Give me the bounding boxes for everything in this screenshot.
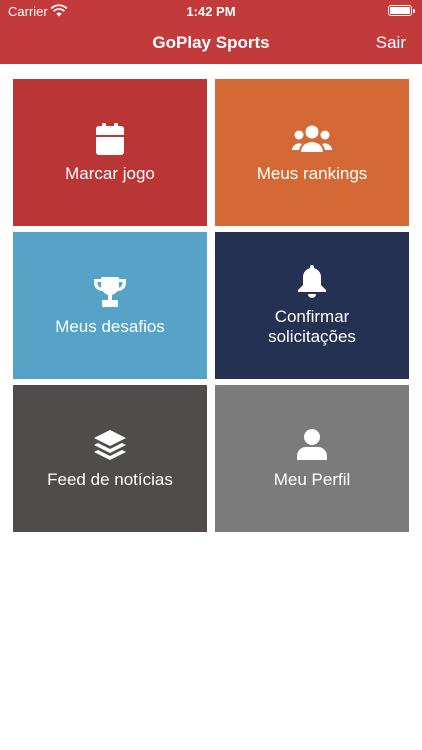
tile-meus-rankings[interactable]: Meus rankings: [215, 79, 409, 226]
tile-label-line1: Confirmar: [274, 306, 350, 326]
users-group-icon: [292, 122, 332, 156]
tile-label: Meus rankings: [256, 163, 368, 183]
tile-meu-perfil[interactable]: Meu Perfil: [215, 385, 409, 532]
tile-label: Marcar jogo: [65, 163, 155, 183]
tile-label: Confirmar solicitações: [268, 307, 356, 347]
tile-feed-de-noticias[interactable]: Feed de notícias: [13, 385, 207, 532]
bell-icon: [292, 264, 332, 299]
tile-meus-desafios[interactable]: Meus desafios: [13, 232, 207, 379]
status-bar: Carrier 1:42 PM: [0, 0, 422, 22]
user-icon: [292, 428, 332, 462]
tile-label: Meus desafios: [55, 316, 165, 336]
tile-label: Feed de notícias: [47, 469, 173, 489]
status-time: 1:42 PM: [186, 4, 236, 19]
tile-label-line2: solicitações: [268, 326, 356, 346]
calendar-icon: [90, 122, 130, 156]
logout-button[interactable]: Sair: [376, 33, 406, 53]
page-title: GoPlay Sports: [152, 33, 270, 52]
battery-icon: [388, 5, 415, 16]
header: Carrier 1:42 PM GoPlay Sports Sair: [0, 0, 422, 64]
tile-label: Meu Perfil: [273, 469, 351, 489]
tile-marcar-jogo[interactable]: Marcar jogo: [13, 79, 207, 226]
layers-icon: [90, 428, 130, 462]
tile-confirmar-solicitacoes[interactable]: Confirmar solicitações: [215, 232, 409, 379]
trophy-icon: [90, 275, 130, 309]
